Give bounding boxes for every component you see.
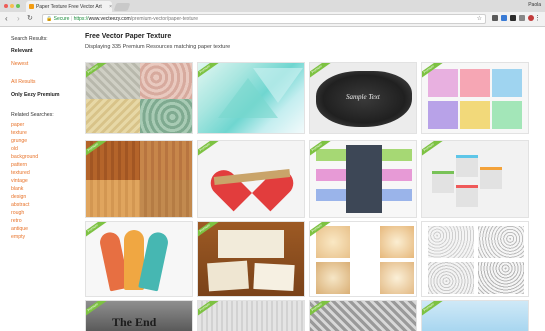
browser-tab[interactable]: Paper Texture Free Vector Art × [26, 1, 112, 12]
related-search-link[interactable]: blank [11, 185, 77, 193]
card-thumbnail [86, 63, 192, 133]
card-thumbnail [198, 141, 304, 217]
url-path: /premium-vector/paper-texture [130, 16, 198, 22]
result-card[interactable]: Premium Sample Text [309, 62, 417, 134]
related-search-link[interactable]: abstract [11, 201, 77, 209]
back-icon[interactable]: ‹ [5, 14, 8, 24]
card-thumbnail [422, 222, 528, 296]
close-window-icon[interactable] [4, 4, 8, 8]
result-card[interactable]: Premium The End [85, 300, 193, 331]
url-host: www.vecteezy.com [88, 16, 131, 22]
result-card[interactable]: Premium [197, 221, 305, 297]
related-search-link[interactable]: antique [11, 225, 77, 233]
result-card[interactable]: Premium [421, 300, 529, 331]
the-end-text: The End [112, 315, 157, 329]
secure-label: Secure [53, 16, 70, 22]
extension-icon[interactable] [519, 15, 525, 21]
result-card[interactable]: Premium [85, 140, 193, 218]
sample-text: Sample Text [346, 93, 380, 101]
filter-only-premium[interactable]: Only Eezy Premium [11, 91, 77, 99]
card-thumbnail [422, 301, 528, 331]
result-card[interactable]: Premium [421, 140, 529, 218]
browser-menu-icon[interactable]: ⋮ [534, 14, 541, 22]
result-card[interactable]: Premium [197, 300, 305, 331]
search-results-heading: Search Results: [11, 36, 48, 42]
extension-icon[interactable] [510, 15, 516, 21]
card-thumbnail [422, 63, 528, 133]
card-thumbnail [310, 301, 416, 331]
related-search-link[interactable]: rough [11, 209, 77, 217]
results-count: Displaying 335 Premium Resources matchin… [85, 44, 231, 50]
related-searches-heading: Related Searches: [11, 112, 54, 118]
browser-tab-strip: Paper Texture Free Vector Art × Paola [0, 0, 545, 12]
result-card[interactable] [421, 221, 529, 297]
forward-icon[interactable]: › [17, 14, 20, 24]
vecteezy-favicon-icon [29, 4, 34, 9]
related-search-link[interactable]: texture [11, 129, 77, 137]
result-card[interactable]: Premium [309, 221, 417, 297]
bookmark-star-icon[interactable]: ☆ [477, 15, 482, 24]
related-search-link[interactable]: background [11, 153, 77, 161]
result-card[interactable]: Premium [309, 300, 417, 331]
lock-icon: 🔒 [46, 16, 53, 22]
result-card[interactable]: Premium [85, 221, 193, 297]
minimize-window-icon[interactable] [10, 4, 14, 8]
url-scheme: https:// [73, 16, 89, 22]
address-bar[interactable]: 🔒 Secure | https://www.vecteezy.com/prem… [42, 14, 486, 24]
card-thumbnail [198, 222, 304, 296]
related-search-link[interactable]: design [11, 193, 77, 201]
card-thumbnail [86, 141, 192, 217]
filter-all-results[interactable]: All Results [11, 78, 77, 86]
tab-close-icon[interactable]: × [109, 4, 112, 10]
card-thumbnail [198, 301, 304, 331]
extension-icon[interactable] [492, 15, 498, 21]
new-tab-button[interactable] [113, 3, 131, 11]
card-thumbnail [422, 141, 528, 217]
reload-icon[interactable]: ↻ [27, 14, 33, 24]
sort-newest[interactable]: Newest [11, 60, 77, 68]
card-thumbnail [198, 63, 304, 133]
related-search-link[interactable]: retro [11, 217, 77, 225]
filter-sidebar: Search Results: Relevant Newest All Resu… [11, 36, 77, 241]
related-search-link[interactable]: old [11, 145, 77, 153]
related-search-link[interactable]: empty [11, 233, 77, 241]
related-search-link[interactable]: vintage [11, 177, 77, 185]
result-card[interactable]: Premium [197, 62, 305, 134]
related-search-link[interactable]: textured [11, 169, 77, 177]
result-card[interactable]: Premium [309, 140, 417, 218]
page-title: Free Vector Paper Texture [85, 33, 172, 40]
sort-relevant[interactable]: Relevant [11, 47, 77, 55]
browser-toolbar: ‹ › ↻ 🔒 Secure | https://www.vecteezy.co… [0, 12, 545, 27]
related-search-link[interactable]: grunge [11, 137, 77, 145]
card-thumbnail: The End [86, 301, 192, 331]
related-search-link[interactable]: pattern [11, 161, 77, 169]
card-thumbnail: Sample Text [310, 63, 416, 133]
maximize-window-icon[interactable] [16, 4, 20, 8]
profile-name[interactable]: Paola [528, 2, 541, 8]
card-thumbnail [310, 141, 416, 217]
tab-title: Paper Texture Free Vector Art [35, 3, 102, 10]
card-thumbnail [86, 222, 192, 296]
card-thumbnail [310, 222, 416, 296]
related-search-link[interactable]: paper [11, 121, 77, 129]
extension-icon[interactable] [501, 15, 507, 21]
result-card[interactable]: Premium [197, 140, 305, 218]
result-card[interactable]: Premium [421, 62, 529, 134]
result-card[interactable]: Premium [85, 62, 193, 134]
